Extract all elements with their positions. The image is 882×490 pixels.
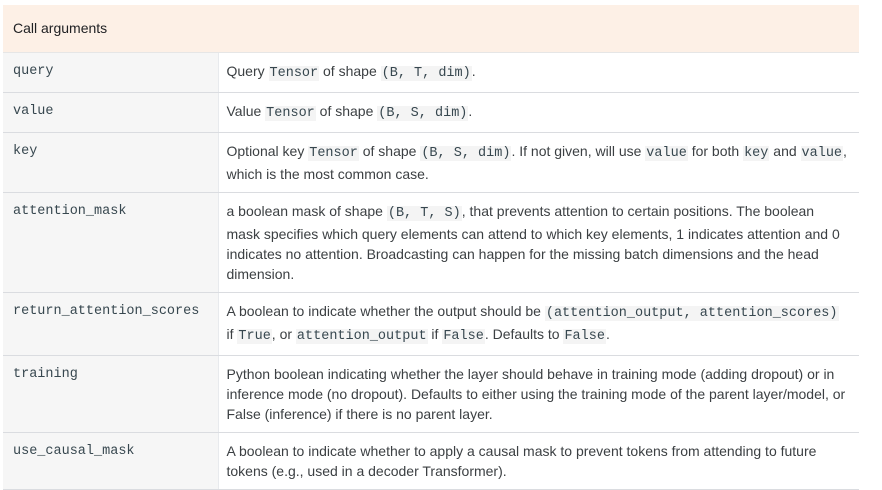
inline-code: False bbox=[442, 328, 485, 344]
argument-description: A boolean to indicate whether to apply a… bbox=[218, 432, 859, 490]
description-text: Value bbox=[226, 102, 266, 119]
inline-code: key bbox=[743, 145, 770, 161]
description-text: of shape bbox=[315, 102, 378, 119]
table-row: use_causal_mask A boolean to indicate whe… bbox=[3, 432, 859, 490]
description-text: , or bbox=[271, 325, 296, 342]
inline-code: Tensor bbox=[265, 105, 316, 121]
inline-code: value bbox=[800, 145, 844, 161]
description-text: . bbox=[605, 325, 610, 342]
description-text: Query bbox=[226, 62, 269, 79]
description-text: if bbox=[427, 325, 443, 342]
description-text: . bbox=[471, 62, 476, 79]
table-row: attention_mask a boolean mask of shape (B… bbox=[3, 192, 859, 293]
description-text: A boolean to indicate whether to apply a… bbox=[226, 442, 817, 479]
table-row: value Value Tensor of shape (B, S, dim). bbox=[3, 92, 859, 133]
argument-name: use_causal_mask bbox=[3, 432, 219, 490]
argument-description: Optional key Tensor of shape (B, S, dim)… bbox=[218, 132, 859, 193]
description-text: . bbox=[468, 102, 473, 119]
inline-code: True bbox=[237, 328, 272, 344]
argument-description: Query Tensor of shape (B, T, dim). bbox=[218, 52, 859, 93]
inline-code: (B, S, dim) bbox=[377, 105, 469, 121]
description-text: of shape bbox=[358, 142, 421, 159]
description-text: . Defaults to bbox=[484, 325, 564, 342]
table-row: training Python boolean indicating whethe… bbox=[3, 355, 859, 433]
argument-name: value bbox=[3, 92, 219, 133]
inline-code: (B, T, dim) bbox=[380, 65, 472, 81]
argument-name: training bbox=[3, 355, 219, 433]
description-text: a boolean mask of shape bbox=[226, 202, 387, 219]
description-text: Python boolean indicating whether the la… bbox=[226, 365, 846, 422]
inline-code: Tensor bbox=[308, 145, 359, 161]
argument-description: a boolean mask of shape (B, T, S), that … bbox=[218, 192, 859, 293]
argument-name: return_attention_scores bbox=[3, 292, 219, 356]
table-head: Call arguments bbox=[3, 5, 859, 53]
argument-name: key bbox=[3, 132, 219, 193]
table-row: return_attention_scores A boolean to indi… bbox=[3, 292, 859, 356]
description-text: if bbox=[226, 325, 238, 342]
description-text: A boolean to indicate whether the output… bbox=[226, 302, 545, 319]
table-header-title: Call arguments bbox=[3, 5, 859, 53]
table-header-row: Call arguments bbox=[3, 5, 859, 53]
description-text: of shape bbox=[319, 62, 381, 79]
inline-code: (attention_output, attention_scores) bbox=[544, 305, 839, 321]
description-text: for both bbox=[687, 142, 744, 159]
inline-code: (B, S, dim) bbox=[420, 145, 512, 161]
table-row: query Query Tensor of shape (B, T, dim). bbox=[3, 52, 859, 93]
argument-description: Value Tensor of shape (B, S, dim). bbox=[218, 92, 859, 133]
inline-code: attention_output bbox=[295, 328, 428, 344]
argument-description: A boolean to indicate whether the output… bbox=[218, 292, 859, 356]
inline-code: value bbox=[645, 145, 688, 161]
description-text: . If not given, will use bbox=[511, 142, 646, 159]
inline-code: False bbox=[563, 328, 606, 344]
inline-code: Tensor bbox=[268, 65, 320, 81]
table-body: query Query Tensor of shape (B, T, dim). v… bbox=[3, 52, 859, 490]
table-row: key Optional key Tensor of shape (B, S, d… bbox=[3, 132, 859, 193]
argument-name: attention_mask bbox=[3, 192, 219, 293]
description-text: Optional key bbox=[226, 142, 309, 159]
call-arguments-table: Call arguments query Query Tensor of shap… bbox=[3, 5, 859, 490]
inline-code: (B, T, S) bbox=[386, 205, 462, 221]
argument-description: Python boolean indicating whether the la… bbox=[218, 355, 859, 433]
description-text: and bbox=[769, 142, 801, 159]
argument-name: query bbox=[3, 52, 219, 93]
